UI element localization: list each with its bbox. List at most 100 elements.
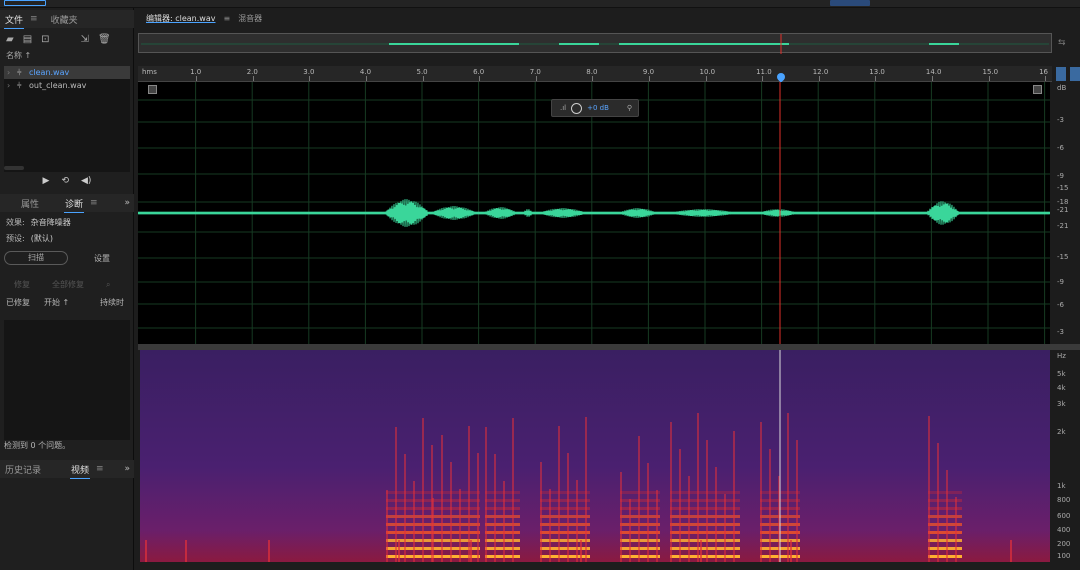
mic-icon[interactable] xyxy=(1070,67,1080,81)
hz-scale-label: 600 xyxy=(1057,512,1071,520)
file-item-clean[interactable]: › ⫩ clean.wav xyxy=(4,66,130,79)
playhead-handle[interactable] xyxy=(775,71,787,83)
settings-button[interactable]: 设置 xyxy=(72,253,132,264)
harmonic-band xyxy=(432,539,480,542)
spectral-streak xyxy=(760,422,762,562)
tab-favorites[interactable]: 收藏夹 xyxy=(46,13,83,26)
harmonic-band xyxy=(386,523,432,526)
panel-menu-icon[interactable]: ≡ xyxy=(90,198,98,208)
db-scale-label: -15 xyxy=(1057,253,1069,261)
scan-button[interactable]: 扫描 xyxy=(4,251,68,265)
harmonic-band xyxy=(386,507,432,510)
harmonic-band xyxy=(485,539,520,542)
preset-select[interactable]: (默认) xyxy=(31,233,53,244)
tab-video[interactable]: 视频 xyxy=(66,463,94,479)
ruler-tick xyxy=(479,76,481,81)
speaker-icon[interactable]: ◀) xyxy=(81,176,91,186)
ruler-tick xyxy=(592,76,594,81)
harmonic-band xyxy=(386,531,432,534)
spectral-streak xyxy=(567,453,569,562)
waveform-display[interactable] xyxy=(137,82,1051,344)
tab-editor[interactable]: 编辑器: clean.wav xyxy=(138,13,223,24)
spectral-streak xyxy=(955,497,957,562)
file-name: clean.wav xyxy=(29,68,70,77)
spectral-streak xyxy=(576,480,578,562)
zoom-icon[interactable]: ⌕ xyxy=(106,280,110,290)
spectral-streak xyxy=(638,436,640,562)
level-meter-icon: .ıl xyxy=(560,104,567,112)
spectral-streak xyxy=(549,489,551,562)
workspace-button[interactable] xyxy=(4,0,46,6)
waveform-svg xyxy=(137,82,1051,344)
ruler-tick-label: 9.0 xyxy=(642,68,655,76)
pin-icon[interactable]: ⚲ xyxy=(627,104,632,112)
spectral-streak xyxy=(459,489,461,562)
column-repaired[interactable]: 已修复 xyxy=(6,297,44,308)
open-folder-icon[interactable]: ▰ xyxy=(6,34,14,45)
workspace-tab[interactable] xyxy=(830,0,870,6)
harmonic-band xyxy=(540,539,590,542)
spectral-streak xyxy=(724,494,726,562)
spectral-streak xyxy=(733,431,735,562)
new-file-icon[interactable]: ⊡ xyxy=(41,34,49,45)
harmonic-band xyxy=(485,499,520,502)
panel-menu-icon[interactable]: ≡ xyxy=(30,14,38,24)
left-panel: 文件 ≡ 收藏夹 ▰ ▤ ⊡ ⇲ 🗑 名称 ↑ › ⫩ clean.wav › … xyxy=(0,8,134,570)
loop-icon[interactable]: ⟲ xyxy=(61,176,69,186)
ruler-tick xyxy=(252,76,254,81)
hz-scale-label: 2k xyxy=(1057,428,1066,436)
harmonic-band xyxy=(432,547,480,550)
hz-scale-label: 400 xyxy=(1057,526,1071,534)
harmonic-band xyxy=(540,507,590,510)
play-icon[interactable]: ▶ xyxy=(43,176,50,186)
expand-caret-icon[interactable]: › xyxy=(7,81,17,90)
harmonic-band xyxy=(485,523,520,526)
harmonic-band xyxy=(540,531,590,534)
ruler-tick-label: 11.0 xyxy=(756,68,772,76)
track-icon[interactable] xyxy=(1056,67,1066,81)
column-duration[interactable]: 持续时 xyxy=(100,297,124,308)
insert-icon[interactable]: ⇲ xyxy=(81,34,89,45)
db-scale: dB -3 -6 -9 -15 -18 -21 -21 -15 -9 -6 -3 xyxy=(1050,82,1080,344)
tab-mixer[interactable]: 混音器 xyxy=(230,13,270,24)
ruler-tick xyxy=(309,76,311,81)
tab-files[interactable]: 文件 xyxy=(0,13,28,29)
file-list: › ⫩ clean.wav › ⫩ out_clean.wav xyxy=(4,66,130,172)
spectral-display[interactable] xyxy=(140,350,1050,562)
column-start[interactable]: 开始 ↑ xyxy=(44,297,100,308)
resize-handle-icon[interactable] xyxy=(148,85,157,94)
name-column-header[interactable]: 名称 ↑ xyxy=(0,50,134,61)
preset-label: 预设: xyxy=(6,234,25,243)
expand-panel-icon[interactable]: » xyxy=(124,198,130,208)
tab-diagnostics[interactable]: 诊断 xyxy=(60,197,88,213)
expand-caret-icon[interactable]: › xyxy=(7,68,17,77)
horizontal-scrollbar[interactable] xyxy=(4,166,24,170)
file-item-out-clean[interactable]: › ⫩ out_clean.wav xyxy=(4,79,130,92)
zoom-fit-icon[interactable]: ⇆ xyxy=(1058,38,1066,48)
import-icon[interactable]: ▤ xyxy=(23,34,32,45)
overview-bar[interactable] xyxy=(138,33,1052,54)
hz-scale-label: 4k xyxy=(1057,384,1066,392)
panel-menu-icon[interactable]: ≡ xyxy=(223,14,230,23)
ruler-tick xyxy=(988,76,990,81)
db-scale-label: -9 xyxy=(1057,278,1064,286)
ruler-tick-label: 2.0 xyxy=(246,68,258,76)
repair-all-button[interactable]: 全部修复 xyxy=(52,279,84,290)
tab-properties[interactable]: 属性 xyxy=(16,197,44,210)
time-ruler[interactable]: hms 1.0 2.0 3.0 4.0 5.0 6.0 7.0 8.0 9.0 10.0 11.0 1… xyxy=(138,66,1052,83)
volume-hud: .ıl +0 dB ⚲ xyxy=(551,99,639,117)
effect-select[interactable]: 杂音降噪器 xyxy=(31,217,71,228)
hz-scale-label: 3k xyxy=(1057,400,1066,408)
tab-history[interactable]: 历史记录 xyxy=(0,463,46,476)
harmonic-band xyxy=(432,499,480,502)
resize-handle-icon[interactable] xyxy=(1033,85,1042,94)
harmonic-band xyxy=(540,523,590,526)
harmonic-band xyxy=(540,555,590,558)
volume-knob[interactable] xyxy=(571,102,583,114)
repair-button[interactable]: 修复 xyxy=(14,279,30,290)
delete-icon[interactable]: 🗑 xyxy=(98,34,111,45)
harmonic-band xyxy=(386,539,432,542)
ruler-tick xyxy=(818,76,820,81)
expand-panel-icon[interactable]: » xyxy=(124,464,130,474)
panel-menu-icon[interactable]: ≡ xyxy=(96,464,104,474)
